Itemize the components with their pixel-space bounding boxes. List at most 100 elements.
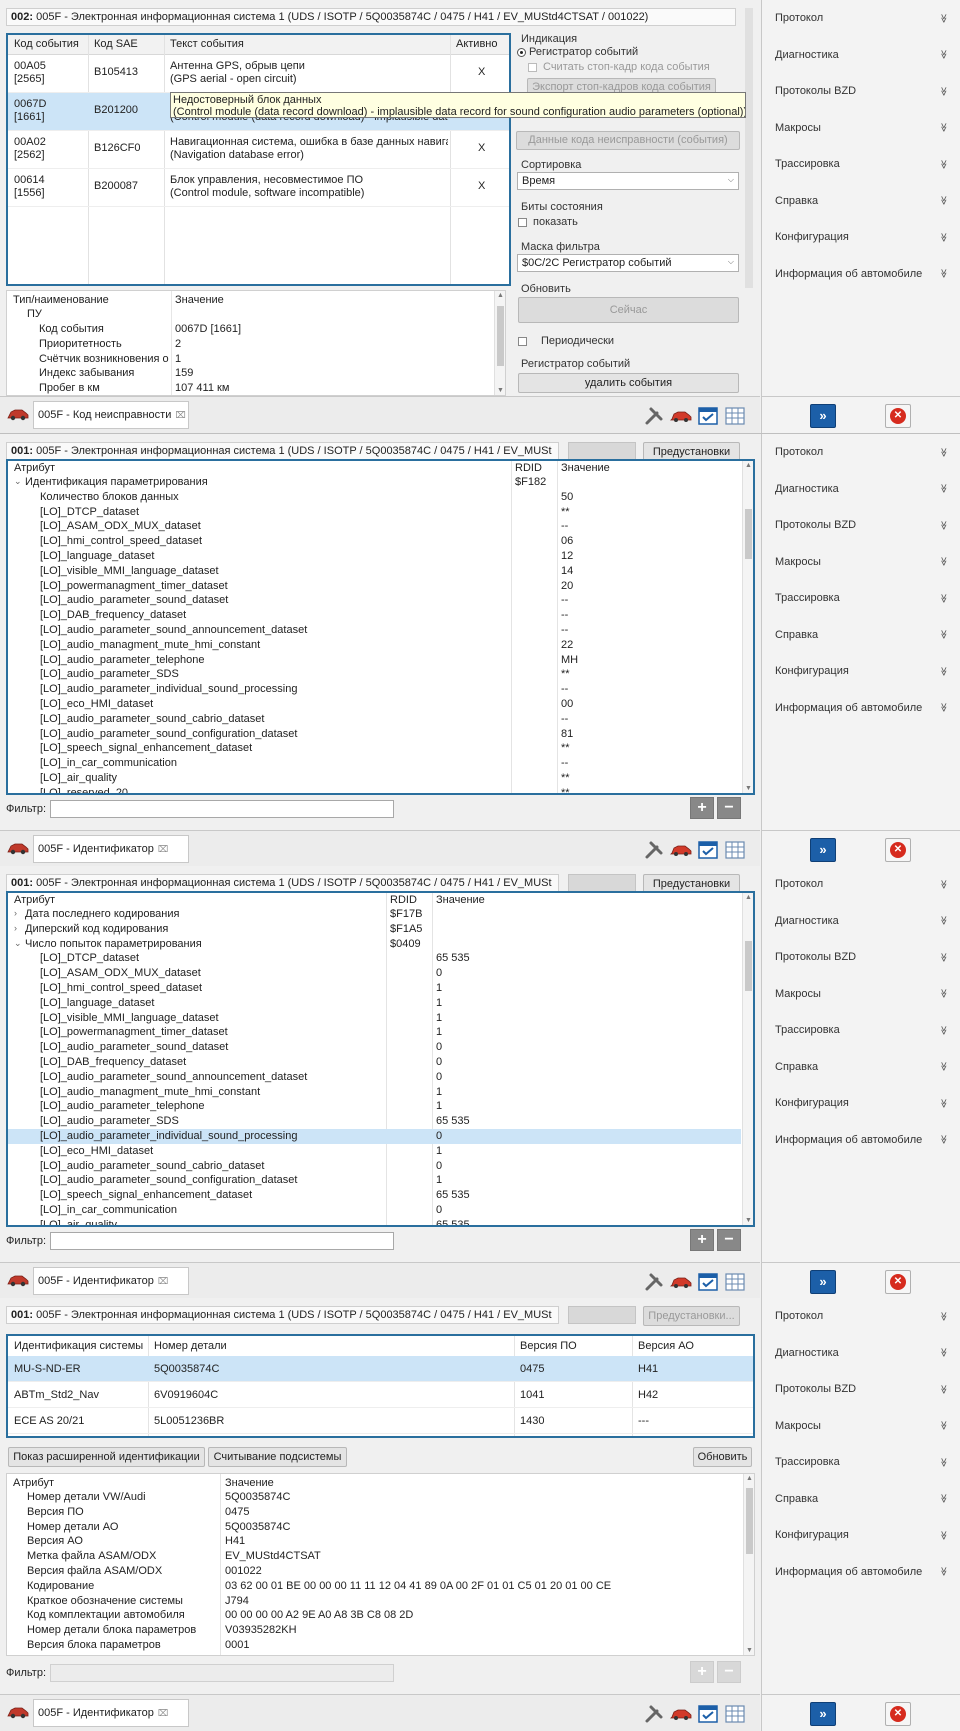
vehicle-icon[interactable] xyxy=(670,839,692,861)
tree-row[interactable]: [LO]_in_car_communication -- xyxy=(8,756,741,771)
chevron-right-icon[interactable]: › xyxy=(14,908,17,918)
tree-row[interactable]: [LO]_speech_signal_enhancement_dataset ** xyxy=(8,741,741,756)
tree-row[interactable]: [LO]_audio_parameter_sound_configuration… xyxy=(8,727,741,742)
disconnect-icon[interactable] xyxy=(643,1271,665,1293)
checklist-icon[interactable] xyxy=(697,405,719,427)
tree-row[interactable]: [LO]_audio_parameter_SDS ** xyxy=(8,667,741,682)
side-menu-item[interactable]: Макросы ≫ xyxy=(762,976,960,1013)
scroll-thumb[interactable] xyxy=(497,306,504,366)
dtc-row[interactable]: 00A02 [2562] B126CF0 Навигационная система,… xyxy=(8,131,509,169)
refresh-button[interactable]: Обновить xyxy=(693,1447,752,1467)
side-menu-item[interactable]: Диагностика ≫ xyxy=(762,903,960,940)
side-menu-item[interactable]: Диагностика ≫ xyxy=(762,471,960,508)
forward-button[interactable]: » xyxy=(810,1702,836,1726)
system-row[interactable]: ECE AS 20/21 5L0051236BR 1430 --- xyxy=(8,1408,753,1434)
tree-row[interactable]: [LO]_ASAM_ODX_MUX_dataset -- xyxy=(8,519,741,534)
tree-row[interactable]: [LO]_air_quality ** xyxy=(8,771,741,786)
side-menu-item[interactable]: Информация об автомобиле ≫ xyxy=(762,1554,960,1591)
vehicle-icon[interactable] xyxy=(670,405,692,427)
tree-row[interactable]: [LO]_audio_parameter_sound_dataset -- xyxy=(8,593,741,608)
side-menu-item[interactable]: Трассировка ≫ xyxy=(762,146,960,183)
close-button[interactable]: ✕ xyxy=(885,1270,911,1294)
side-menu-item[interactable]: Информация об автомобиле ≫ xyxy=(762,690,960,727)
expand-all-button[interactable]: + xyxy=(690,1229,714,1251)
tab-module[interactable]: 005F - Идентификатор ⌧ xyxy=(33,1267,189,1295)
filter-input[interactable] xyxy=(50,1232,394,1250)
tree-row[interactable]: [LO]_visible_MMI_language_dataset 14 xyxy=(8,564,741,579)
tree-row[interactable]: [LO]_language_dataset 1 xyxy=(8,996,741,1011)
close-button[interactable]: ✕ xyxy=(885,1702,911,1726)
preset-select[interactable] xyxy=(568,874,636,892)
radio-event-recorder[interactable]: Регистратор событий xyxy=(517,46,638,58)
tree-row[interactable]: [LO]_speech_signal_enhancement_dataset 65… xyxy=(8,1188,741,1203)
tree-group-row[interactable]: ⌄ Идентификация параметрирования $F182 xyxy=(8,475,741,490)
tree-row[interactable]: [LO]_audio_parameter_SDS 65 535 xyxy=(8,1114,741,1129)
dtc-row[interactable]: 00614 [1556] B200087 Блок управления, несов… xyxy=(8,169,509,207)
tab-close-icon[interactable]: ⌧ xyxy=(158,1708,168,1718)
delete-events-button[interactable]: удалить события xyxy=(518,373,739,393)
tree-row[interactable]: [LO]_air_quality 65 535 xyxy=(8,1218,741,1225)
tree-row[interactable]: [LO]_audio_parameter_sound_dataset 0 xyxy=(8,1040,741,1055)
chevron-down-icon[interactable]: ⌄ xyxy=(14,938,22,949)
filter-mask-select[interactable]: $0C/2C Регистратор событий ⌵ xyxy=(517,254,739,272)
tree-row[interactable]: [LO]_audio_parameter_telephone 1 xyxy=(8,1099,741,1114)
tree-group-row[interactable]: › Диперский код кодирования $F1A5 xyxy=(8,922,741,937)
tree-row[interactable]: [LO]_ASAM_ODX_MUX_dataset 0 xyxy=(8,966,741,981)
scroll-up-icon[interactable]: ▲ xyxy=(745,462,752,469)
scroll-down-icon[interactable]: ▼ xyxy=(497,387,504,394)
table-icon[interactable] xyxy=(724,405,746,427)
side-menu-item[interactable]: Конфигурация ≫ xyxy=(762,1517,960,1554)
side-menu-item[interactable]: Справка ≫ xyxy=(762,1481,960,1518)
expand-all-button[interactable]: + xyxy=(690,1661,714,1683)
tree-row[interactable]: [LO]_audio_parameter_sound_announcement_… xyxy=(8,623,741,638)
tab-module[interactable]: 005F - Код неисправности ⌧ xyxy=(33,401,189,429)
side-menu-item[interactable]: Справка ≫ xyxy=(762,183,960,220)
side-menu-item[interactable]: Конфигурация ≫ xyxy=(762,219,960,256)
tree-row[interactable]: [LO]_audio_parameter_sound_cabrio_datase… xyxy=(8,712,741,727)
table-icon[interactable] xyxy=(724,839,746,861)
tree-row[interactable]: [LO]_audio_parameter_individual_sound_pr… xyxy=(8,1129,741,1144)
vehicle-icon[interactable] xyxy=(670,1271,692,1293)
extended-id-button[interactable]: Показ расширенной идентификации xyxy=(8,1447,205,1467)
tree-row[interactable]: [LO]_eco_HMI_dataset 1 xyxy=(8,1144,741,1159)
tree-row[interactable]: [LO]_visible_MMI_language_dataset 1 xyxy=(8,1011,741,1026)
tab-close-icon[interactable]: ⌧ xyxy=(175,410,185,420)
side-menu-item[interactable]: Макросы ≫ xyxy=(762,544,960,581)
side-menu-item[interactable]: Протокол ≫ xyxy=(762,866,960,903)
tree-row[interactable]: [LO]_DTCP_dataset ** xyxy=(8,505,741,520)
side-menu-item[interactable]: Протокол ≫ xyxy=(762,1298,960,1335)
show-bits-checkbox[interactable]: показать xyxy=(518,216,578,228)
tree-row[interactable]: [LO]_in_car_communication 0 xyxy=(8,1203,741,1218)
vertical-scrollbar[interactable]: ▲ ▼ xyxy=(742,893,753,1225)
side-menu-item[interactable]: Протоколы BZD ≫ xyxy=(762,507,960,544)
scroll-down-icon[interactable]: ▼ xyxy=(745,785,752,792)
side-menu-item[interactable]: Трассировка ≫ xyxy=(762,580,960,617)
checklist-icon[interactable] xyxy=(697,1271,719,1293)
side-menu-item[interactable]: Протоколы BZD ≫ xyxy=(762,939,960,976)
tree-group-row[interactable]: ⌄ Число попыток параметрирования $0409 xyxy=(8,937,741,952)
tab-module[interactable]: 005F - Идентификатор ⌧ xyxy=(33,1699,189,1727)
preset-select[interactable] xyxy=(568,1306,636,1324)
close-button[interactable]: ✕ xyxy=(885,404,911,428)
tree-row[interactable]: [LO]_language_dataset 12 xyxy=(8,549,741,564)
scroll-thumb[interactable] xyxy=(746,1488,753,1554)
forward-button[interactable]: » xyxy=(810,404,836,428)
outer-scrollbar[interactable] xyxy=(745,8,753,288)
chevron-right-icon[interactable]: › xyxy=(14,923,17,933)
side-menu-item[interactable]: Справка ≫ xyxy=(762,617,960,654)
side-menu-item[interactable]: Макросы ≫ xyxy=(762,110,960,147)
table-icon[interactable] xyxy=(724,1271,746,1293)
vehicle-icon[interactable] xyxy=(670,1703,692,1725)
collapse-all-button[interactable]: − xyxy=(717,1661,741,1683)
vertical-scrollbar[interactable]: ▲ ▼ xyxy=(494,291,505,395)
vertical-scrollbar[interactable]: ▲ ▼ xyxy=(742,461,753,793)
side-menu-item[interactable]: Трассировка ≫ xyxy=(762,1444,960,1481)
tree-row[interactable]: [LO]_audio_parameter_sound_announcement_… xyxy=(8,1070,741,1085)
tree-row[interactable]: [LO]_audio_parameter_telephone MH xyxy=(8,653,741,668)
tab-close-icon[interactable]: ⌧ xyxy=(158,844,168,854)
scroll-down-icon[interactable]: ▼ xyxy=(746,1647,753,1654)
tree-row[interactable]: [LO]_eco_HMI_dataset 00 xyxy=(8,697,741,712)
side-menu-item[interactable]: Диагностика ≫ xyxy=(762,37,960,74)
side-menu-item[interactable]: Макросы ≫ xyxy=(762,1408,960,1445)
filter-input[interactable] xyxy=(50,800,394,818)
